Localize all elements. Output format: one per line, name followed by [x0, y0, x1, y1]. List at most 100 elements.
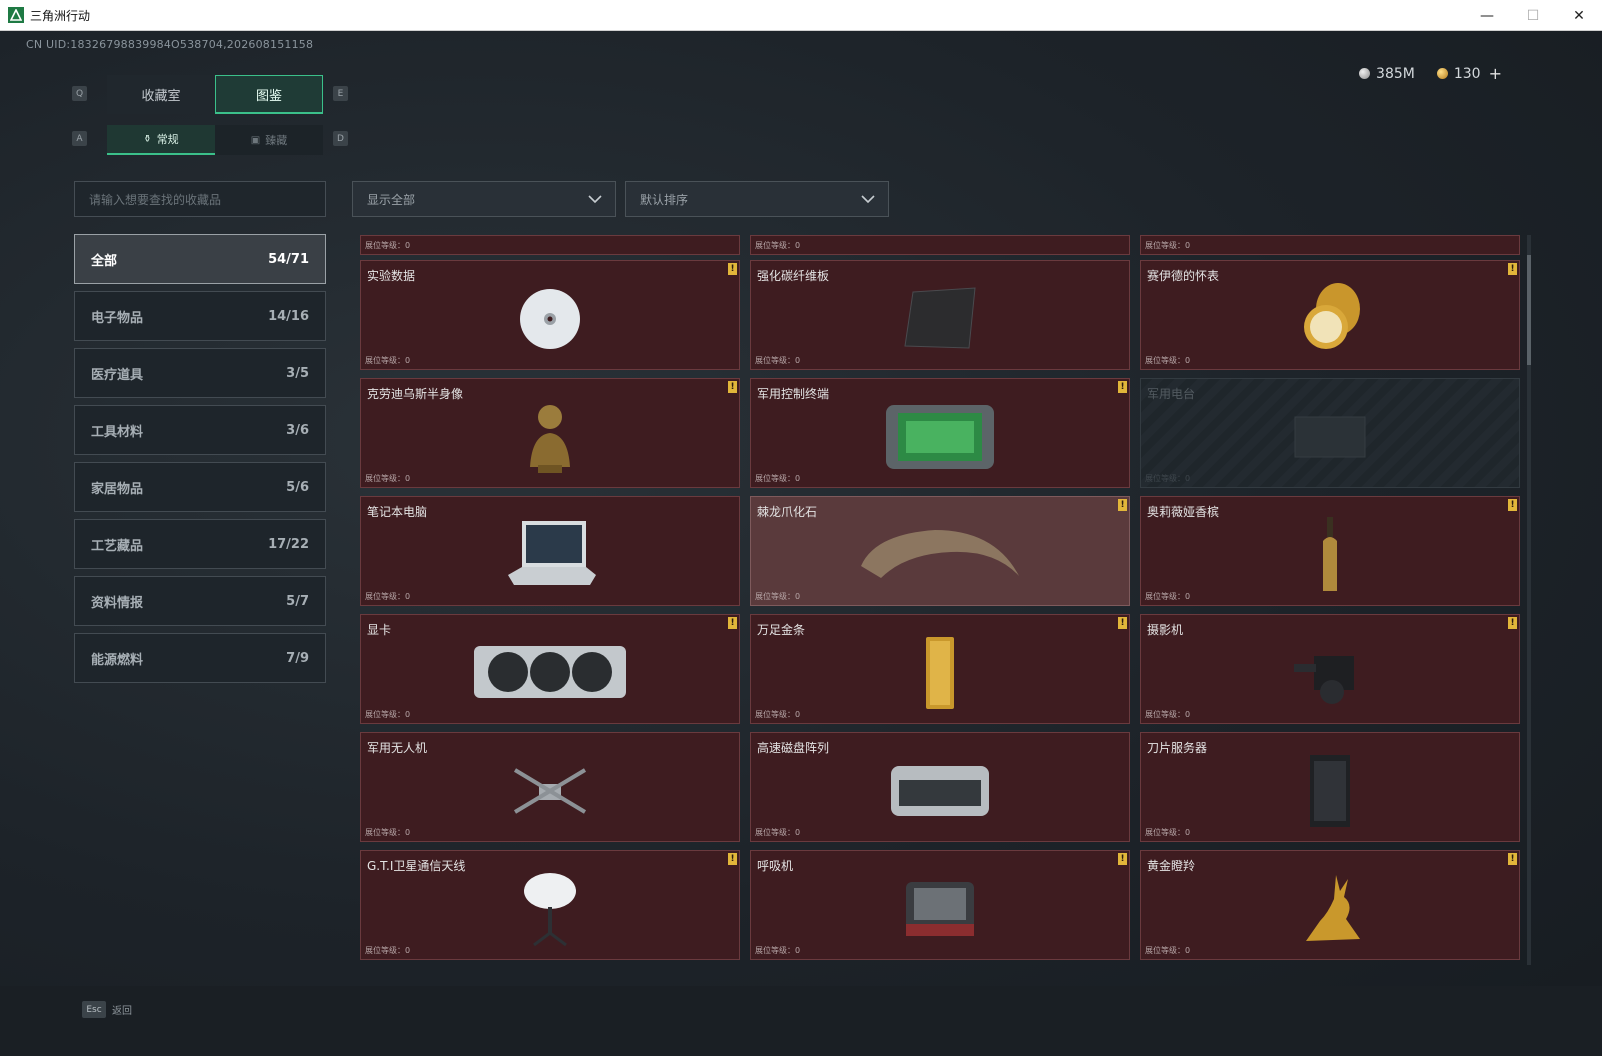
item-card[interactable]: 万足金条 ! 展位等级：0: [750, 614, 1130, 724]
item-card[interactable]: 赛伊德的怀表 ! 展位等级：0: [1140, 260, 1520, 370]
sub-tabs: ⚱ 常规 ▣ 臻藏: [107, 125, 323, 155]
booth-level: 展位等级：0: [1145, 474, 1191, 483]
item-card-partial[interactable]: 展位等级：0: [1140, 235, 1520, 255]
filter-dropdown[interactable]: 显示全部: [352, 181, 616, 217]
category-intel[interactable]: 资料情报 5/7: [74, 576, 326, 626]
item-card-hovered[interactable]: 棘龙爪化石 ! 展位等级：0: [750, 496, 1130, 606]
bust-statue-icon: [530, 405, 570, 474]
new-badge: !: [1508, 499, 1517, 511]
category-label: 能源燃料: [91, 652, 144, 668]
item-card[interactable]: 军用控制终端 ! 展位等级：0: [750, 378, 1130, 488]
tab-catalog[interactable]: 图鉴: [215, 75, 323, 114]
game-screen: CN UID:18326798839984O538704,20260815115…: [0, 31, 1602, 1056]
subtab-regular[interactable]: ⚱ 常规: [107, 125, 215, 155]
category-label: 医疗道具: [91, 367, 144, 383]
category-label: 工具材料: [91, 424, 144, 440]
booth-level: 展位等级：0: [1145, 828, 1191, 837]
category-all[interactable]: 全部 54/71: [74, 234, 326, 284]
item-card-partial[interactable]: 展位等级：0: [360, 235, 740, 255]
ventilator-icon: [906, 882, 974, 937]
new-badge: !: [728, 617, 737, 629]
item-card-partial[interactable]: 展位等级：0: [750, 235, 1130, 255]
item-name: 摄影机: [1147, 623, 1184, 637]
close-button[interactable]: ✕: [1556, 0, 1602, 31]
item-card[interactable]: 呼吸机 ! 展位等级：0: [750, 850, 1130, 960]
category-crafts[interactable]: 工艺藏品 17/22: [74, 519, 326, 569]
category-medical[interactable]: 医疗道具 3/5: [74, 348, 326, 398]
filter-dropdown-value: 显示全部: [367, 192, 416, 207]
satellite-antenna-icon: [524, 873, 576, 947]
key-e-hint: E: [333, 86, 348, 101]
category-count: 7/9: [286, 650, 309, 666]
item-card[interactable]: 强化碳纤维板 展位等级：0: [750, 260, 1130, 370]
subtab-premium[interactable]: ▣ 臻藏: [215, 125, 323, 155]
category-count: 5/6: [286, 479, 309, 495]
silver-coin-icon: [1359, 68, 1371, 79]
new-badge: !: [728, 381, 737, 393]
item-card[interactable]: 显卡 ! 展位等级：0: [360, 614, 740, 724]
booth-level: 展位等级：0: [755, 592, 801, 601]
item-card[interactable]: 实验数据 ! 展位等级：0: [360, 260, 740, 370]
grid-scrollbar-thumb[interactable]: [1527, 255, 1531, 365]
back-button[interactable]: Esc 返回: [82, 1001, 132, 1018]
category-household[interactable]: 家居物品 5/6: [74, 462, 326, 512]
sort-dropdown[interactable]: 默认排序: [625, 181, 889, 217]
new-badge: !: [1118, 499, 1127, 511]
booth-level: 展位等级：0: [365, 710, 411, 719]
key-q-hint: Q: [72, 86, 87, 101]
item-name: 呼吸机: [757, 859, 794, 873]
item-name: 军用无人机: [367, 741, 428, 755]
category-label: 工艺藏品: [91, 538, 144, 554]
category-count: 3/6: [286, 422, 309, 438]
category-tools[interactable]: 工具材料 3/6: [74, 405, 326, 455]
item-card[interactable]: 军用无人机 展位等级：0: [360, 732, 740, 842]
category-energy[interactable]: 能源燃料 7/9: [74, 633, 326, 683]
gold-coin-icon: [1436, 68, 1448, 79]
item-card[interactable]: 高速磁盘阵列 展位等级：0: [750, 732, 1130, 842]
search-input[interactable]: 请输入想要查找的收藏品: [74, 181, 326, 217]
booth-level: 展位等级：0: [755, 241, 801, 250]
category-electronics[interactable]: 电子物品 14/16: [74, 291, 326, 341]
item-card[interactable]: 刀片服务器 展位等级：0: [1140, 732, 1520, 842]
gold-amount: 130: [1453, 65, 1481, 82]
booth-level: 展位等级：0: [365, 592, 411, 601]
item-grid: 展位等级：0 展位等级：0 展位等级：0 实验数据 ! 展位等级：0 强化碳纤维…: [360, 235, 1528, 965]
new-badge: !: [1508, 853, 1517, 865]
item-card[interactable]: 笔记本电脑 展位等级：0: [360, 496, 740, 606]
item-card[interactable]: 奥莉薇娅香槟 ! 展位等级：0: [1140, 496, 1520, 606]
key-esc-hint: Esc: [82, 1001, 106, 1018]
item-card[interactable]: G.T.I卫星通信天线 ! 展位等级：0: [360, 850, 740, 960]
item-card[interactable]: 摄影机 ! 展位等级：0: [1140, 614, 1520, 724]
category-count: 5/7: [286, 593, 309, 609]
category-count: 14/16: [268, 308, 309, 324]
booth-level: 展位等级：0: [365, 828, 411, 837]
new-badge: !: [1118, 381, 1127, 393]
booth-level: 展位等级：0: [755, 828, 801, 837]
new-badge: !: [1508, 263, 1517, 275]
disk-array-icon: [891, 766, 989, 817]
chevron-down-icon: [588, 195, 602, 204]
item-card[interactable]: 克劳迪乌斯半身像 ! 展位等级：0: [360, 378, 740, 488]
add-currency-button[interactable]: +: [1489, 64, 1502, 83]
item-card-locked[interactable]: 军用电台 展位等级：0: [1140, 378, 1520, 488]
back-label: 返回: [112, 1006, 132, 1017]
new-badge: !: [1118, 853, 1127, 865]
key-a-hint: A: [72, 131, 87, 146]
booth-level: 展位等级：0: [1145, 241, 1191, 250]
minimize-button[interactable]: —: [1464, 0, 1510, 31]
item-name: 军用电台: [1147, 387, 1196, 401]
booth-level: 展位等级：0: [365, 356, 411, 365]
item-name: 黄金瞪羚: [1147, 859, 1196, 873]
champagne-bottle-icon: [1323, 517, 1337, 592]
tab-collection-room[interactable]: 收藏室: [107, 75, 215, 114]
radio-icon: [1294, 416, 1366, 458]
item-name: 军用控制终端: [757, 387, 830, 401]
item-card[interactable]: 黄金瞪羚 ! 展位等级：0: [1140, 850, 1520, 960]
category-label: 资料情报: [91, 595, 144, 611]
maximize-button[interactable]: ☐: [1510, 0, 1556, 31]
item-name: 笔记本电脑: [367, 505, 428, 519]
category-count: 3/5: [286, 365, 309, 381]
control-terminal-icon: [886, 405, 994, 470]
window-titlebar: 三角洲行动 — ☐ ✕: [0, 0, 1602, 31]
server-icon: [1310, 755, 1350, 828]
